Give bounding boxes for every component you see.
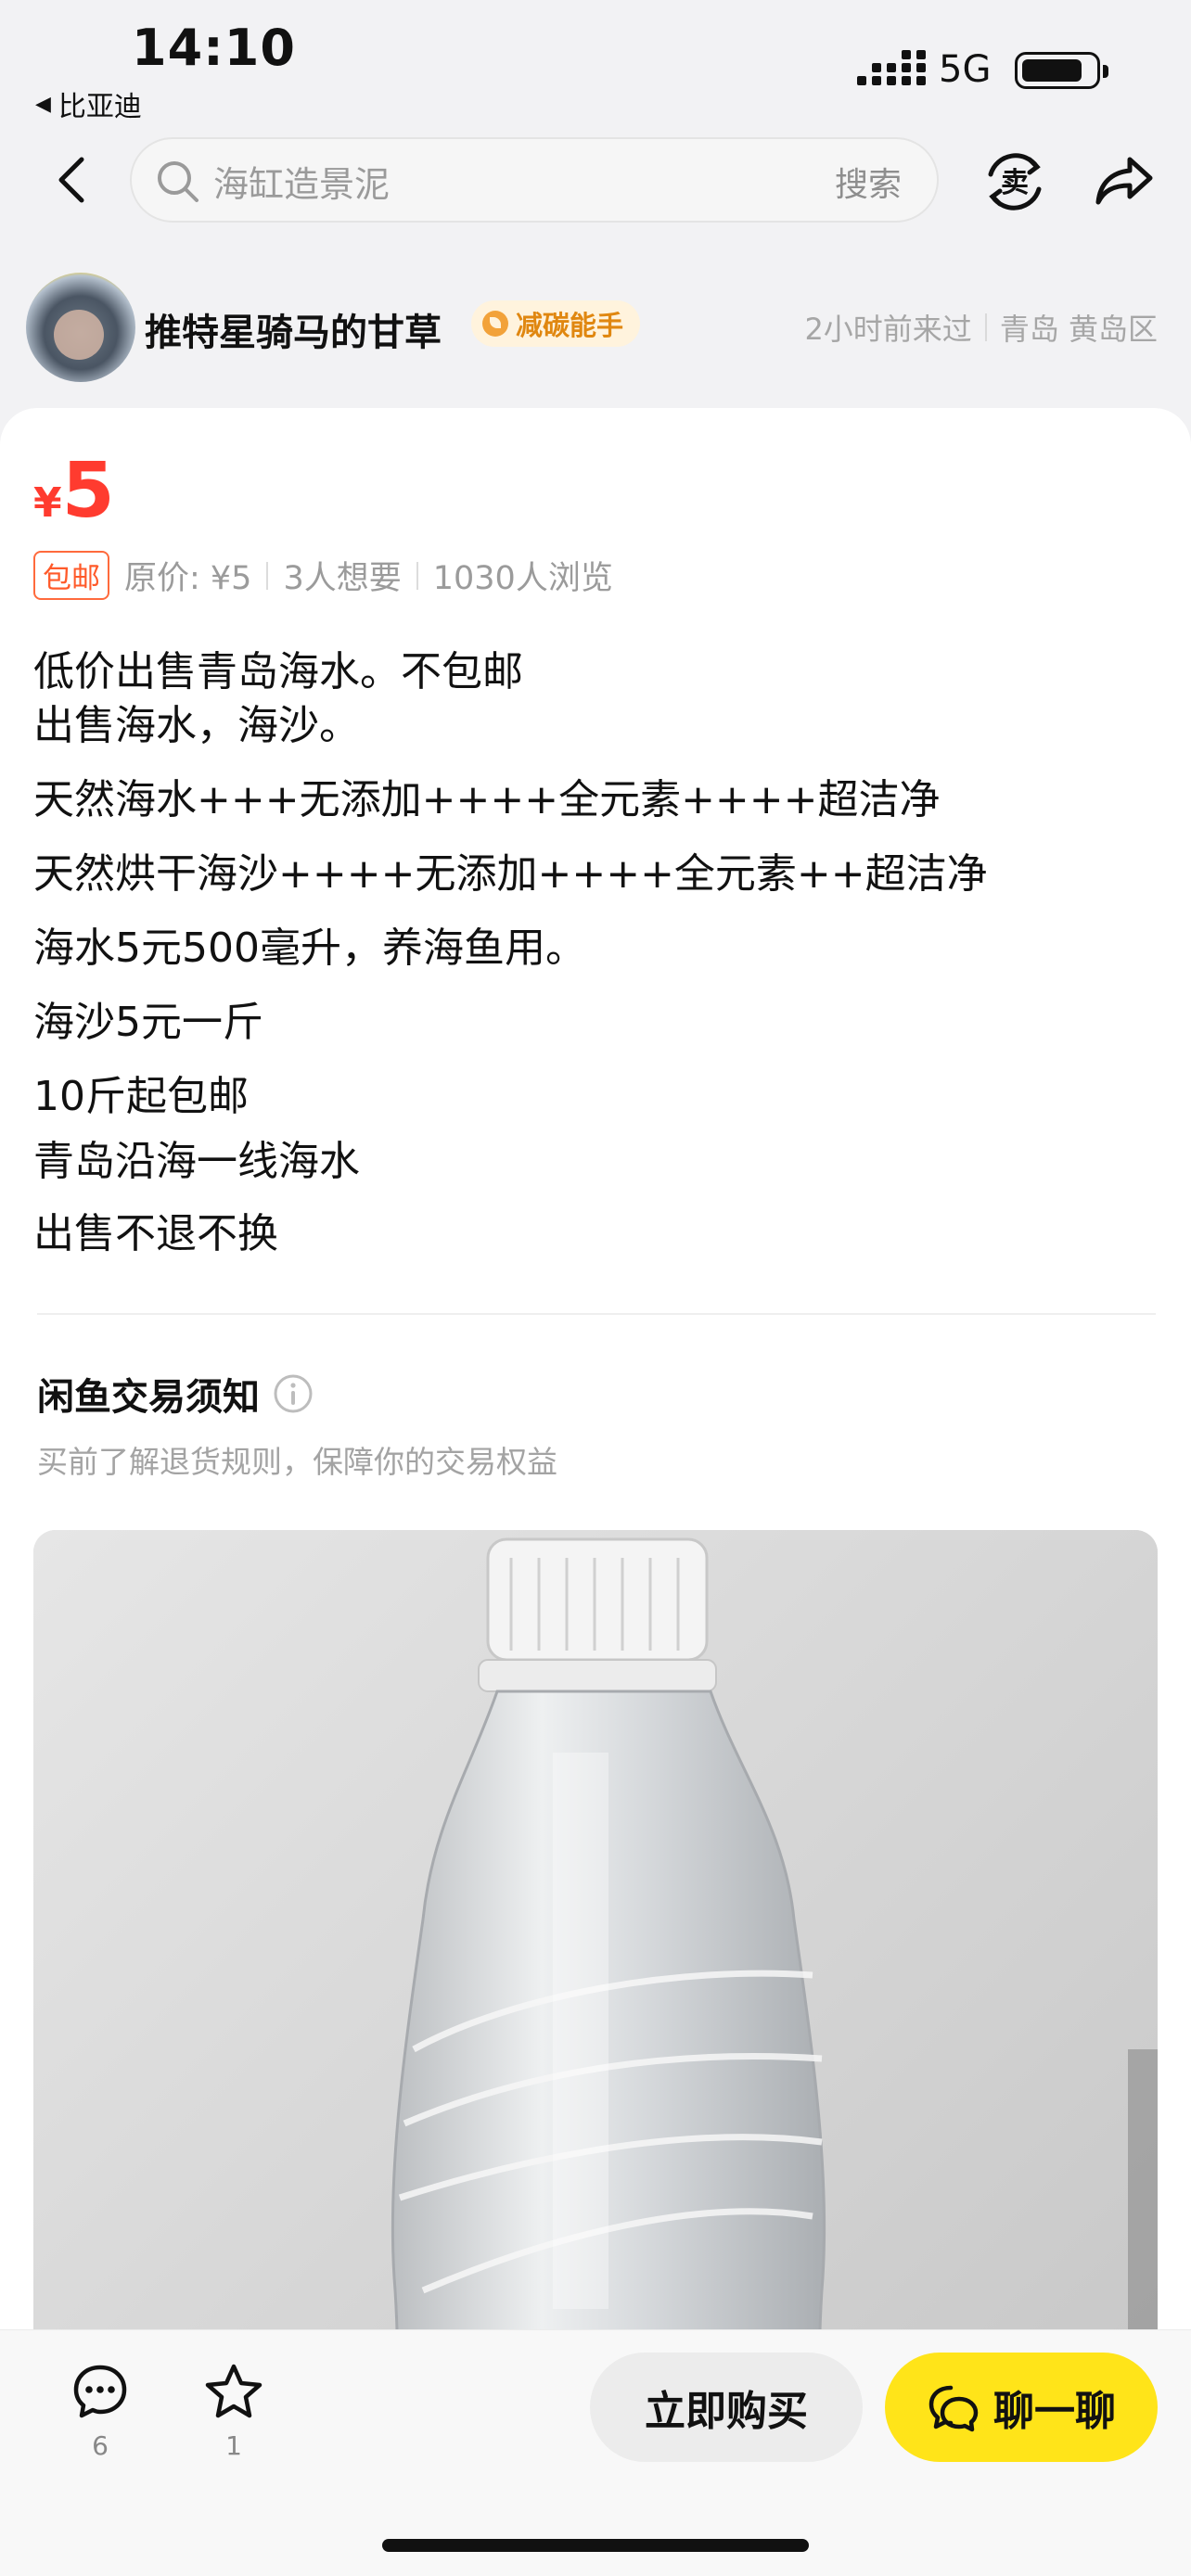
description-line: 海水5元500毫升，养海鱼用。 [33,925,586,972]
comment-icon [73,2365,127,2418]
price: ¥5 [33,447,115,535]
divider [416,561,418,590]
last-seen: 2小时前来过 [804,312,972,347]
trade-notice-label: 闲鱼交易须知 [37,1376,260,1419]
listing-meta: 包邮 原价: ¥5 3人想要 1030人浏览 [33,551,613,600]
back-triangle-icon: ◀ [35,92,51,116]
search-icon [158,161,198,202]
seller-badge[interactable]: 减碳能手 [471,300,641,347]
svg-text:卖: 卖 [1001,167,1029,199]
search-button[interactable]: 搜索 [835,158,902,206]
home-indicator[interactable] [382,2539,809,2552]
search-input[interactable]: 海缸造景泥 [213,156,390,207]
description-line: 天然海水+++无添加++++全元素++++超洁净 [33,776,941,823]
favorite-button[interactable]: 1 [187,2362,280,2461]
sell-icon[interactable]: 卖 [980,147,1050,217]
signal-icon [857,50,926,85]
chat-button[interactable]: 聊一聊 [885,2353,1158,2462]
comment-count: 6 [92,2430,109,2461]
description-line: 低价出售青岛海水。不包邮 [33,648,523,695]
original-price: 原价: ¥5 [124,560,252,597]
status-bar: 14:10 ◀ 比亚迪 5G [0,0,1191,130]
seller-name[interactable]: 推特星骑马的甘草 [145,302,442,356]
description-line: 10斤起包邮 [33,1073,249,1120]
view-count: 1030人浏览 [432,560,613,597]
divider [984,313,987,341]
description-line: 青岛沿海一线海水 [33,1138,360,1185]
leaf-icon [482,311,508,337]
search-bar[interactable]: 海缸造景泥 搜索 [130,137,939,223]
chat-label: 聊一聊 [993,2388,1116,2435]
price-currency: ¥ [33,479,62,527]
seller-row[interactable]: 推特星骑马的甘草 减碳能手 2小时前来过 青岛 黄岛区 [0,269,1191,389]
want-count: 3人想要 [283,560,402,597]
network-type: 5G [939,48,992,91]
description-line: 天然烘干海沙++++无添加++++全元素++超洁净 [33,850,988,898]
price-value: 5 [61,447,115,535]
seller-location: 青岛 黄岛区 [999,312,1158,347]
avatar[interactable] [26,273,135,382]
clock: 14:10 [132,19,296,77]
listing-card: ¥5 包邮 原价: ¥5 3人想要 1030人浏览 低价出售青岛海水。不包邮 出… [0,408,1191,2576]
section-divider [37,1313,1156,1315]
description-line: 出售海水，海沙。 [33,702,360,749]
description-line: 出售不退不换 [33,1210,278,1257]
divider [266,561,269,590]
favorite-count: 1 [225,2430,242,2461]
free-shipping-tag: 包邮 [33,551,109,600]
trade-notice-title[interactable]: 闲鱼交易须知 [37,1367,314,1421]
buy-now-button[interactable]: 立即购买 [590,2353,863,2462]
battery-icon [1015,52,1108,89]
seller-meta: 2小时前来过 青岛 黄岛区 [804,306,1158,349]
share-icon[interactable] [1093,148,1158,213]
top-nav: 海缸造景泥 搜索 卖 [0,135,1191,228]
comment-button[interactable]: 6 [54,2362,147,2461]
seller-badge-label: 减碳能手 [516,310,624,341]
info-icon[interactable] [273,1373,314,1414]
trade-notice-subtitle: 买前了解退货规则，保障你的交易权益 [37,1444,557,1480]
description-line: 海沙5元一斤 [33,999,263,1046]
back-chevron-icon[interactable] [46,152,102,208]
star-icon [205,2364,263,2418]
back-app-label: 比亚迪 [58,91,142,123]
chat-bubble-icon [928,2385,979,2432]
back-to-app-link[interactable]: ◀ 比亚迪 [35,83,142,124]
